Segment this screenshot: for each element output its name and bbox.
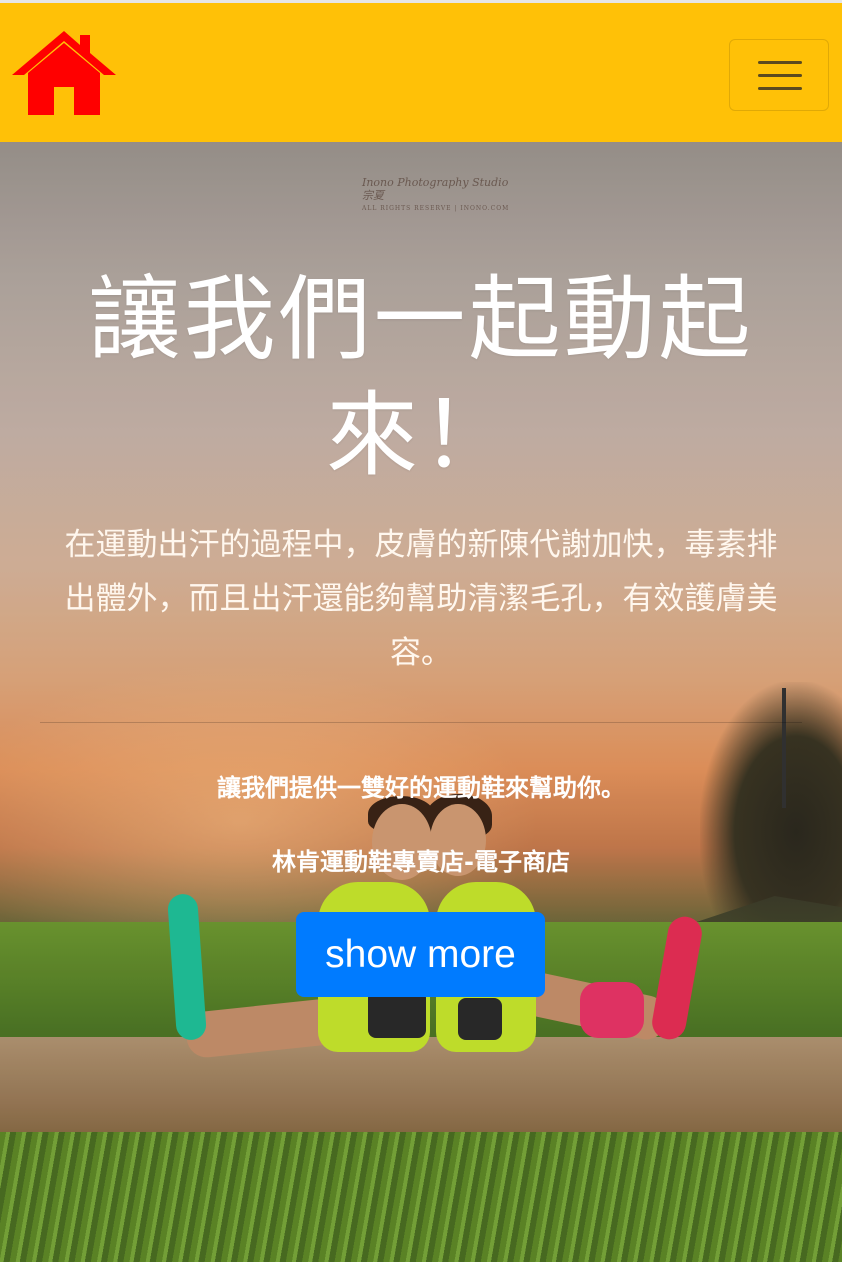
show-more-button[interactable]: show more bbox=[296, 912, 545, 997]
photo-watermark: Inono Photography Studio 宗夏 ALL RIGHTS R… bbox=[362, 176, 512, 215]
hero-divider bbox=[40, 722, 802, 723]
watermark-subtitle: ALL RIGHTS RESERVE | INONO.COM bbox=[362, 205, 510, 212]
home-icon bbox=[12, 31, 116, 115]
page: Inono Photography Studio 宗夏 ALL RIGHTS R… bbox=[0, 0, 842, 1262]
hero-lead-text: 在運動出汗的過程中，皮膚的新陳代謝加快，毒素排出體外，而且出汗還能夠幫助清潔毛孔… bbox=[64, 527, 778, 671]
watermark-title: Inono Photography Studio 宗夏 bbox=[362, 176, 509, 202]
hamburger-line bbox=[758, 74, 802, 77]
hero-tagline: 讓我們提供一雙好的運動鞋來幫助你。 bbox=[217, 774, 625, 802]
navbar-toggler-button[interactable] bbox=[729, 39, 829, 111]
hamburger-menu-icon bbox=[758, 61, 802, 64]
store-name: 林肯運動鞋專賣店-電子商店 bbox=[272, 848, 570, 876]
navbar bbox=[0, 0, 842, 142]
home-link[interactable] bbox=[10, 29, 118, 117]
hero-headline: 讓我們一起動起來！ bbox=[88, 266, 754, 489]
hero-section: Inono Photography Studio 宗夏 ALL RIGHTS R… bbox=[0, 142, 842, 1262]
hamburger-line bbox=[758, 87, 802, 90]
